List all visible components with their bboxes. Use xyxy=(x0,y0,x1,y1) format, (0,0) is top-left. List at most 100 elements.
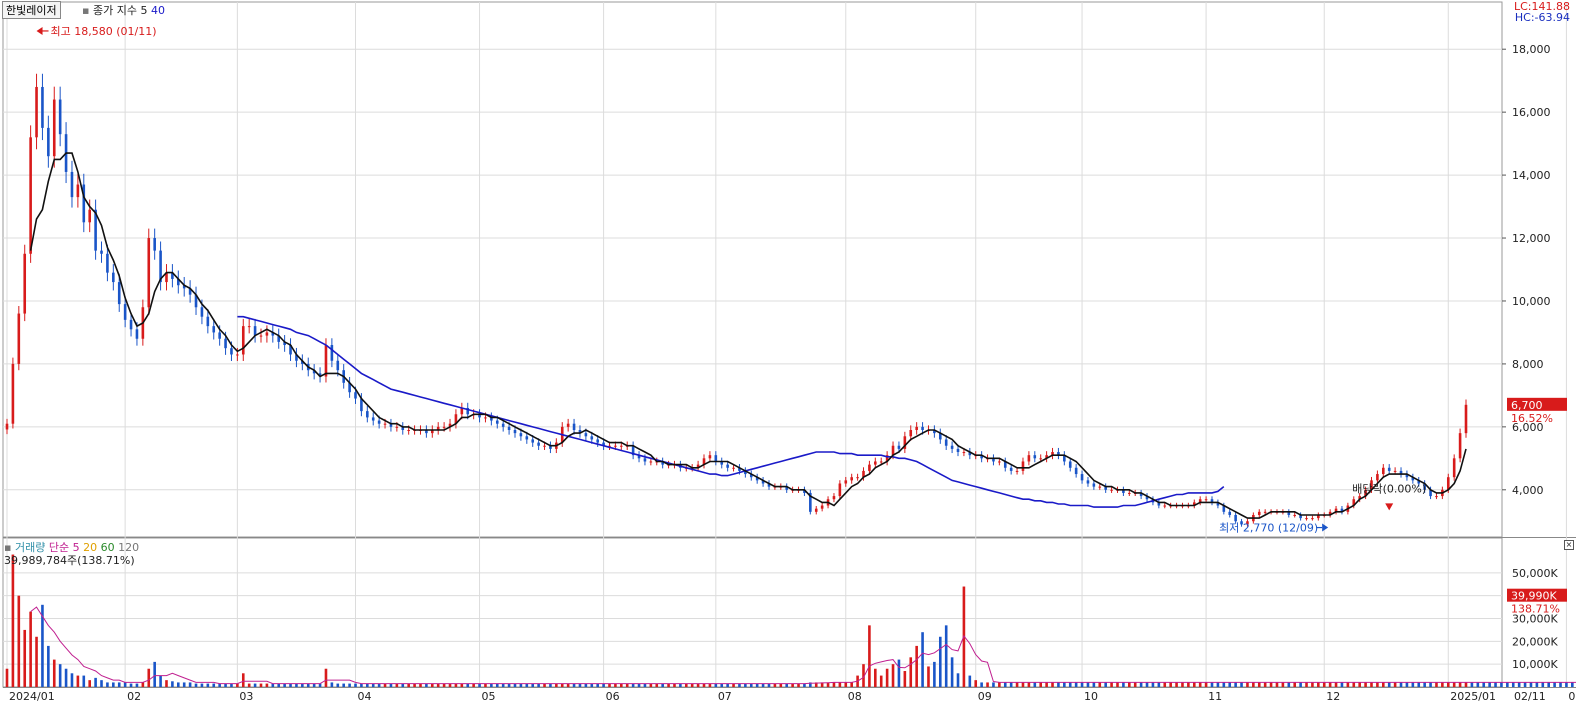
volume-bar xyxy=(206,683,210,687)
candle-body xyxy=(590,436,594,440)
candle-body xyxy=(1263,511,1267,513)
candle-body xyxy=(1068,461,1072,468)
candle-body xyxy=(442,426,446,428)
candle-body xyxy=(1163,505,1167,507)
volume-bar xyxy=(147,668,151,687)
candle-body xyxy=(1033,455,1037,459)
volume-bar xyxy=(1192,682,1196,687)
candle-body xyxy=(1086,480,1090,484)
candle-body xyxy=(354,392,357,399)
candle-body xyxy=(856,477,859,479)
volume-bar xyxy=(1500,682,1503,687)
stock-name-box[interactable]: 한빛레이저 xyxy=(2,1,61,19)
candle-body xyxy=(1376,474,1379,481)
volume-bar xyxy=(1263,682,1267,687)
candle-body xyxy=(52,99,56,157)
volume-bar xyxy=(868,625,871,687)
candle-body xyxy=(1458,433,1462,459)
volume-bar xyxy=(998,682,1001,687)
volume-tag-change: 138.71% xyxy=(1511,603,1560,616)
volume-bar xyxy=(1370,682,1373,687)
volume-bar xyxy=(1559,682,1562,687)
stock-chart[interactable]: 4,0006,0008,00010,00012,00014,00016,0001… xyxy=(0,0,1576,711)
candle-body xyxy=(407,430,410,431)
volume-bar xyxy=(1003,682,1007,687)
volume-bar xyxy=(1122,682,1125,687)
volume-bar xyxy=(1210,682,1214,687)
volume-panel[interactable] xyxy=(5,554,1576,687)
volume-bar xyxy=(891,664,895,687)
volume-bar xyxy=(1423,682,1426,687)
candle-body xyxy=(200,307,204,317)
candle-body xyxy=(484,417,487,419)
candle-body xyxy=(596,439,599,443)
volume-bar xyxy=(1051,682,1054,687)
ma5-line xyxy=(29,152,1467,519)
volume-bar xyxy=(1133,682,1137,687)
volume-bar xyxy=(1488,682,1491,687)
volume-bar xyxy=(1352,682,1356,687)
volume-bar xyxy=(1376,682,1379,687)
volume-bar xyxy=(1157,682,1161,687)
volume-bar xyxy=(1364,682,1367,687)
indicator-label-group: ▪ 종가 지수 5 40 xyxy=(82,2,165,18)
candle-body xyxy=(1039,458,1043,460)
candle-body xyxy=(614,445,617,447)
candle-body xyxy=(5,423,9,430)
candle-body xyxy=(868,464,871,471)
volume-bar xyxy=(1464,682,1468,687)
candle-body xyxy=(1234,514,1237,522)
x-tick-label: 07 xyxy=(718,690,732,703)
candle-body xyxy=(253,326,257,336)
volume-bar xyxy=(58,664,62,687)
candle-body xyxy=(944,439,948,446)
candle-body xyxy=(112,272,115,283)
candle-body xyxy=(921,426,924,430)
candle-body xyxy=(519,433,523,437)
candle-body xyxy=(70,171,74,198)
candle-body xyxy=(259,335,263,337)
volume-bar xyxy=(354,683,357,687)
candle-body xyxy=(909,430,913,437)
current-volume-value: 39,989,784주(138.71%) xyxy=(4,554,135,567)
candle-body xyxy=(501,423,505,427)
volume-bar xyxy=(135,683,139,687)
volume-bar xyxy=(1057,682,1060,687)
volume-bar xyxy=(1387,682,1391,687)
volume-bar xyxy=(1458,682,1462,687)
price-panel[interactable] xyxy=(5,73,1468,527)
volume-bar xyxy=(1063,682,1066,687)
volume-bar xyxy=(909,657,913,687)
volume-bar xyxy=(5,668,9,687)
candle-body xyxy=(1015,470,1019,472)
candle-body xyxy=(572,423,576,430)
candle-body xyxy=(106,253,109,273)
volume-bar xyxy=(1275,682,1279,687)
candle-body xyxy=(1080,474,1084,481)
volume-bar xyxy=(1346,682,1350,687)
volume-bar xyxy=(165,680,168,687)
candle-body xyxy=(543,445,546,447)
candle-body xyxy=(495,420,499,424)
volume-bar xyxy=(1104,682,1107,687)
candle-body xyxy=(1092,483,1096,487)
volume-bar xyxy=(17,595,21,687)
candle-body xyxy=(844,480,848,484)
candle-body xyxy=(35,86,38,138)
volume-bar xyxy=(1039,682,1043,687)
volume-bar xyxy=(1074,682,1078,687)
volume-bar xyxy=(1417,682,1421,687)
candle-body xyxy=(1387,467,1391,471)
volume-bar xyxy=(838,682,842,687)
price-tick-label: 8,000 xyxy=(1512,358,1544,371)
volume-bar xyxy=(159,675,162,687)
volume-bar xyxy=(194,683,198,687)
candle-body xyxy=(832,496,836,500)
close-panel-icon[interactable]: × xyxy=(1564,540,1574,550)
candle-body xyxy=(566,423,570,427)
volume-bar xyxy=(188,682,192,687)
candle-body xyxy=(117,282,121,305)
volume-bar xyxy=(1435,682,1438,687)
volume-bar xyxy=(1476,682,1480,687)
price-tick-label: 18,000 xyxy=(1512,43,1551,56)
